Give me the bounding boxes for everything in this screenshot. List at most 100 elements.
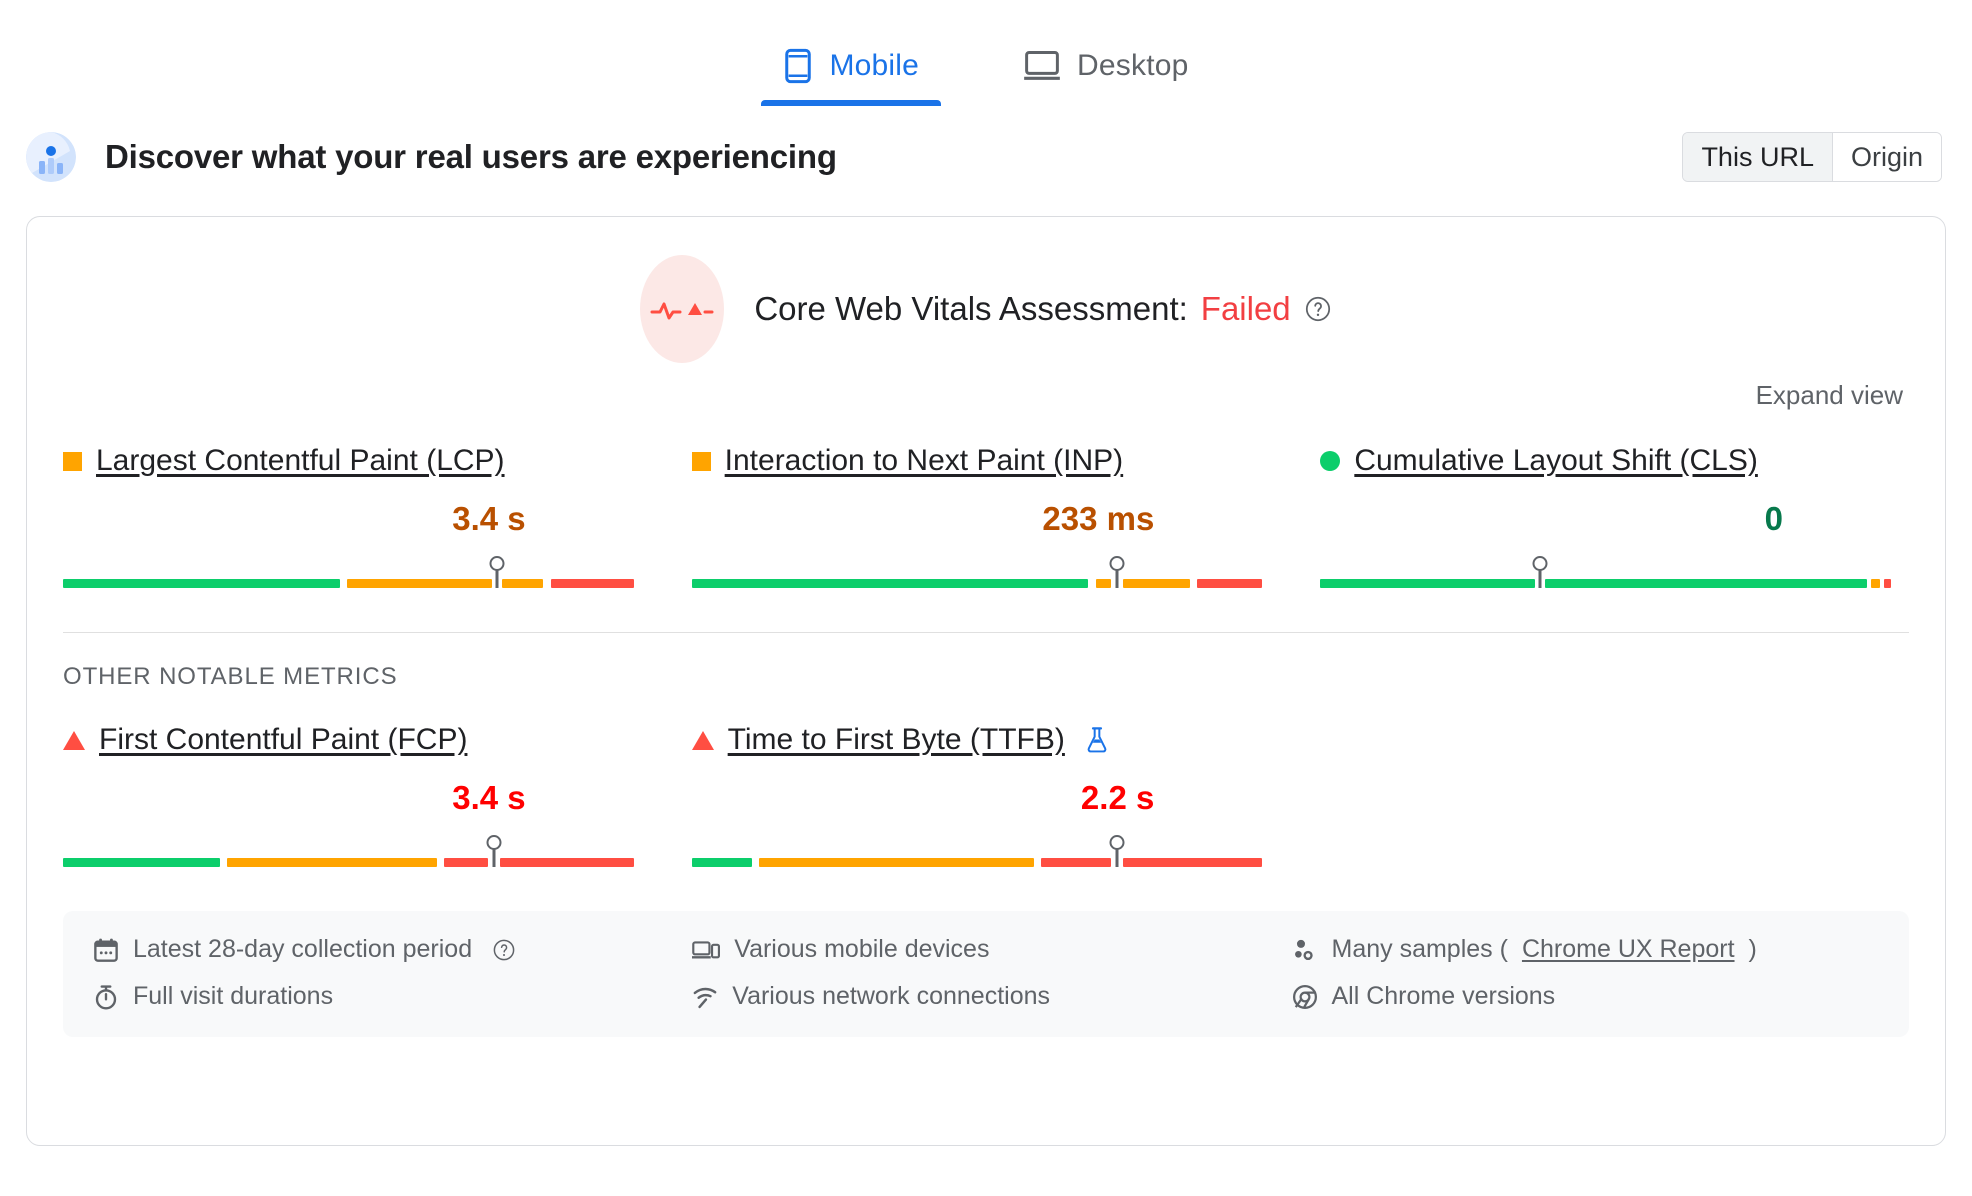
expand-view-row: Expand view [27,363,1945,412]
bar-segment [1122,858,1263,867]
footer-row-text-after: ) [1748,935,1757,963]
metric-fcp-value: 3.4 s [452,779,526,816]
metric-ttfb-marker [1115,849,1119,867]
metric-lcp-status-icon [63,451,82,471]
metric-inp-marker-head [1109,556,1125,571]
metric-cls: Cumulative Layout Shift (CLS) 0 [1320,444,1909,588]
bar-segment [1871,579,1880,588]
footer-row: All Chrome versions [1292,982,1880,1011]
footer-column: Latest 28-day collection period Full vis… [93,935,692,1011]
cwv-assessment-label: Core Web Vitals Assessment: [754,290,1188,327]
metric-ttfb-distribution-bar [691,835,1263,867]
samples-icon [1292,937,1318,963]
bar-segment [691,579,1089,588]
metric-lcp-marker-head [489,556,505,571]
status-poor-triangle [63,730,85,750]
calendar-icon [93,937,119,963]
metric-cls-value: 0 [1764,500,1783,537]
footer-column: Various mobile devices Various network c… [692,935,1291,1011]
metric-inp-distribution-bar [691,556,1263,588]
field-data-icon [26,132,76,182]
footer-column: Many samples ( Chrome UX Report ) All Ch… [1292,935,1880,1011]
footer-row-text: All Chrome versions [1331,982,1556,1010]
metric-inp: Interaction to Next Paint (INP) 233 ms [691,444,1281,588]
bar-segment [1095,579,1112,588]
core-web-vitals-grid: Largest Contentful Paint (LCP) 3.4 s Int… [27,412,1945,588]
metric-inp-marker [1115,570,1119,588]
bar-segment [63,858,220,867]
stopwatch-icon [93,984,119,1010]
scope-this-url-button[interactable]: This URL [1683,133,1832,181]
bar-segment [758,858,1035,867]
device-tabs: Mobile Desktop [0,0,1972,110]
flask-icon [1085,726,1109,754]
footer-row: Latest 28-day collection period [93,935,692,964]
bar-segment [1320,579,1535,588]
footer-row: Various network connections [692,982,1291,1011]
status-badge: Failed [1200,290,1291,327]
cwv-card: Core Web Vitals Assessment: Failed Expan… [26,216,1946,1146]
metric-ttfb-marker-head [1109,835,1125,850]
monitor-icon [1023,50,1061,82]
bar-segment [1122,579,1190,588]
tab-mobile-label: Mobile [829,49,920,82]
metric-lcp-distribution-bar [63,556,634,588]
bar-segment [227,858,437,867]
footer-row-text: Many samples ( [1331,935,1508,963]
metric-lcp-value: 3.4 s [452,500,526,537]
phone-icon [783,48,813,84]
metric-fcp: First Contentful Paint (FCP) 3.4 s [63,723,652,867]
metric-ttfb-value: 2.2 s [1080,779,1155,816]
expand-view-button[interactable]: Expand view [1750,379,1909,412]
status-good-dot [1320,451,1341,471]
footer-row: Various mobile devices [692,935,1291,964]
tab-mobile[interactable]: Mobile [761,14,942,106]
metric-fcp-status-icon [63,730,85,750]
tab-active-indicator [761,100,942,106]
metric-fcp-distribution-bar [63,835,634,867]
cwv-assessment-header: Core Web Vitals Assessment: Failed [27,255,1945,363]
metric-cls-status-icon [1320,451,1341,471]
metric-ttfb-label[interactable]: Time to First Byte (TTFB) [728,723,1065,757]
other-metrics-grid: First Contentful Paint (FCP) 3.4 s Time … [27,691,1945,867]
metric-fcp-marker-head [486,835,502,850]
metric-cls-marker-head [1532,556,1548,571]
metric-inp-header: Interaction to Next Paint (INP) [691,444,1263,478]
metric-ttfb-status-icon [691,730,714,750]
metric-fcp-header: First Contentful Paint (FCP) [63,723,634,757]
metric-inp-label[interactable]: Interaction to Next Paint (INP) [725,444,1124,478]
metric-fcp-marker [492,849,496,867]
tab-desktop-label: Desktop [1077,49,1189,82]
bar-segment [347,579,493,588]
page-title: Discover what your real users are experi… [105,138,837,175]
bar-track [691,858,1263,867]
metric-ttfb: Time to First Byte (TTFB) 2.2 s [691,723,1281,867]
bar-segment [499,858,634,867]
bar-track [1320,579,1891,588]
other-metrics-heading: OTHER NOTABLE METRICS [63,663,398,690]
bar-segment [444,858,489,867]
bar-segment [1884,579,1891,588]
metric-cls-label[interactable]: Cumulative Layout Shift (CLS) [1354,444,1758,478]
scope-origin-button[interactable]: Origin [1831,133,1941,181]
bar-segment [1196,579,1263,588]
metric-fcp-label[interactable]: First Contentful Paint (FCP) [99,723,467,757]
metric-cls-header: Cumulative Layout Shift (CLS) [1320,444,1891,478]
tab-desktop[interactable]: Desktop [1001,14,1210,106]
footer-row-text: Latest 28-day collection period [133,935,473,963]
bar-segment [691,858,752,867]
help-circle-icon[interactable] [1304,295,1332,323]
chrome-icon [1292,984,1318,1010]
footer-row-text: Various network connections [732,982,1051,1010]
bar-track [691,579,1263,588]
chrome-ux-report-link[interactable]: Chrome UX Report [1522,935,1735,964]
failed-pulse-icon [640,255,725,363]
bar-track [63,858,634,867]
help-circle-icon[interactable] [492,938,516,962]
metric-cls-marker [1538,570,1542,588]
metric-inp-value: 233 ms [1042,500,1155,537]
bar-segment [1545,579,1868,588]
pagespeed-field-data-panel: Mobile Desktop Discover what your real u… [0,0,1972,1196]
footer-row-text: Various mobile devices [734,935,990,963]
metric-lcp-label[interactable]: Largest Contentful Paint (LCP) [96,444,505,478]
